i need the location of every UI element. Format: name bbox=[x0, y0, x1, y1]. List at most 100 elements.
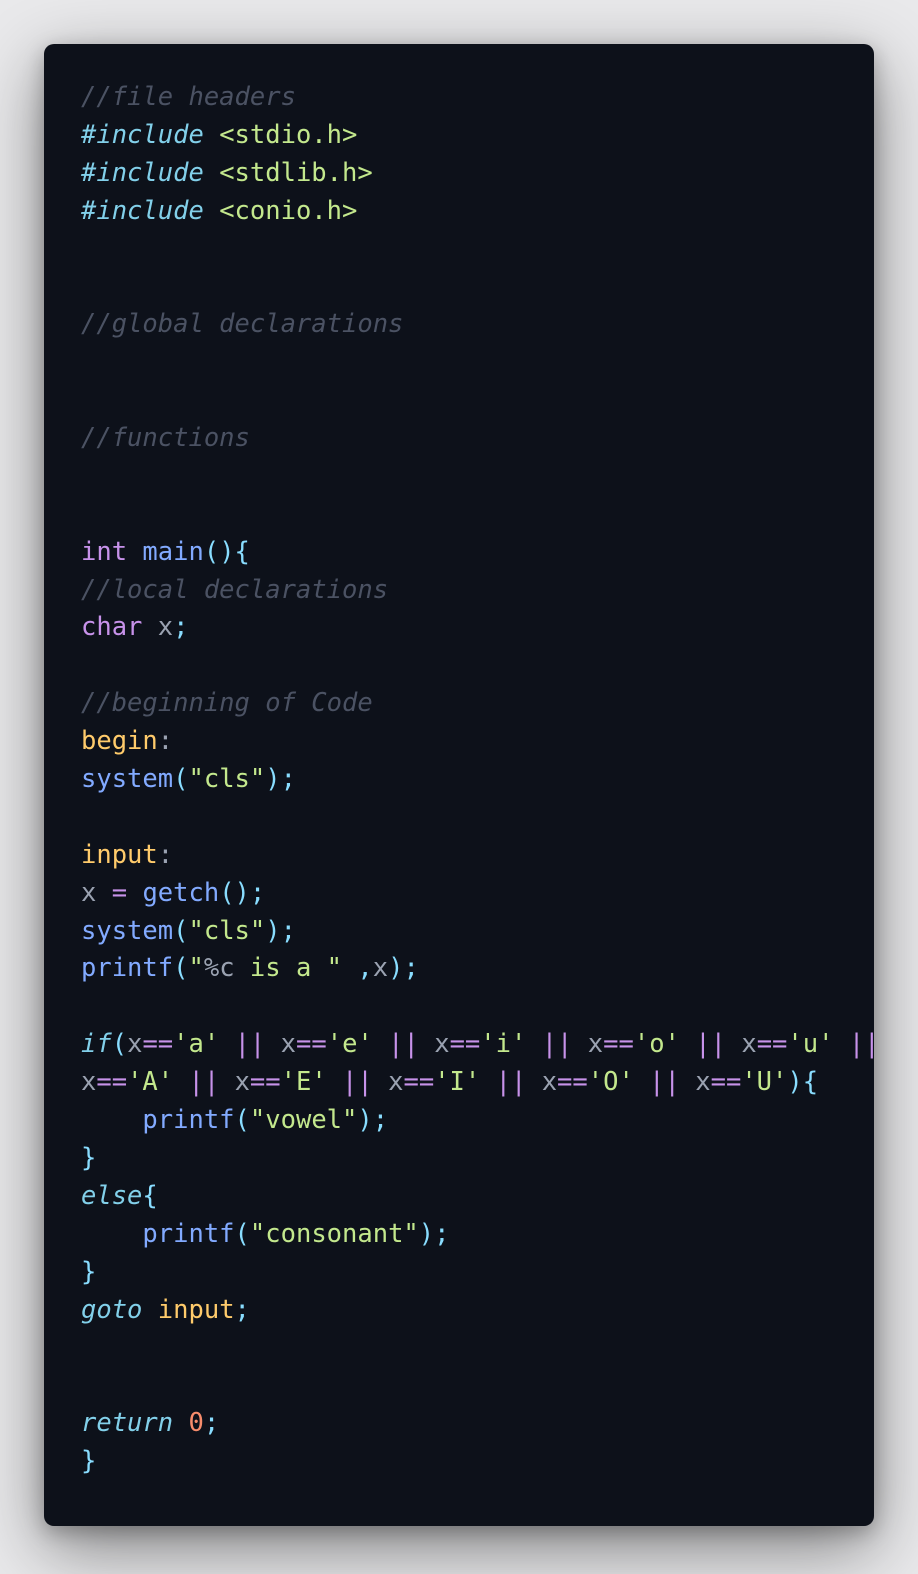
code-line: //global declarations bbox=[81, 306, 874, 344]
code-token: ( bbox=[111, 1029, 128, 1060]
code-token: begin bbox=[81, 726, 158, 757]
code-line: x=='A' || x=='E' || x=='I' || x=='O' || … bbox=[81, 1064, 874, 1102]
code-token: printf bbox=[81, 953, 174, 984]
code-token: char bbox=[81, 612, 143, 643]
code-token: ); bbox=[388, 953, 419, 984]
code-token: == bbox=[296, 1029, 327, 1060]
code-line: else{ bbox=[81, 1178, 874, 1216]
code-token: 'O' bbox=[587, 1067, 634, 1098]
code-token: <conio.h> bbox=[219, 195, 358, 226]
code-line: system("cls"); bbox=[81, 913, 874, 951]
code-token: == bbox=[403, 1067, 435, 1098]
code-line: #include <stdio.h> bbox=[81, 117, 874, 155]
code-line: begin: bbox=[81, 723, 874, 761]
code-token: "cls" bbox=[188, 764, 266, 795]
code-token: 'o' bbox=[633, 1029, 680, 1060]
code-token: ( bbox=[173, 953, 189, 984]
code-token: ); bbox=[357, 1105, 389, 1136]
code-line: //local declarations bbox=[81, 572, 874, 610]
code-token: , bbox=[342, 953, 373, 984]
code-token: #include bbox=[81, 119, 204, 150]
code-token: } bbox=[81, 1446, 97, 1477]
code-token: printf bbox=[142, 1218, 235, 1249]
code-token: ){ bbox=[787, 1067, 819, 1098]
code-token: == bbox=[603, 1029, 634, 1060]
code-token: ; bbox=[173, 612, 189, 643]
code-token: #include bbox=[81, 157, 204, 188]
code-token: x bbox=[234, 1067, 250, 1098]
code-token: ( bbox=[234, 1218, 250, 1249]
code-line: //functions bbox=[81, 420, 874, 458]
code-token: x bbox=[280, 1029, 296, 1060]
code-token: 'u' bbox=[787, 1029, 834, 1060]
code-token: x bbox=[741, 1029, 757, 1060]
code-token: system bbox=[81, 915, 174, 946]
code-token: printf bbox=[142, 1105, 235, 1136]
code-line: system("cls"); bbox=[81, 761, 874, 799]
code-token: == bbox=[710, 1067, 742, 1098]
code-token: || bbox=[848, 1029, 874, 1060]
code-window: //file headers #include <stdio.h> #include… bbox=[44, 44, 874, 1526]
code-token: || bbox=[173, 1067, 235, 1098]
code-line: } bbox=[81, 1140, 874, 1178]
code-token: ( bbox=[234, 1105, 250, 1136]
code-token: ); bbox=[265, 915, 296, 946]
code-token: #include bbox=[81, 195, 204, 226]
code-token: goto bbox=[81, 1294, 143, 1325]
code-token: 'U' bbox=[741, 1067, 788, 1098]
code-token: = bbox=[111, 877, 128, 908]
code-block: //file headers #include <stdio.h> #include… bbox=[81, 79, 874, 1481]
code-token: || bbox=[679, 1029, 742, 1060]
code-token: x bbox=[388, 1067, 404, 1098]
code-token: 'i' bbox=[480, 1029, 527, 1060]
code-line: printf("consonant"); bbox=[81, 1216, 874, 1254]
code-token: x bbox=[157, 612, 174, 643]
code-token: "cls" bbox=[188, 915, 266, 946]
code-token: ( bbox=[173, 764, 189, 795]
code-token: ); bbox=[265, 764, 296, 795]
code-token: (); bbox=[219, 877, 266, 908]
code-token: int bbox=[81, 536, 128, 567]
code-line: return 0; bbox=[81, 1405, 874, 1443]
code-token: //beginning of Code bbox=[81, 688, 373, 719]
code-token: x bbox=[695, 1067, 711, 1098]
code-token: || bbox=[372, 1029, 435, 1060]
code-token: return bbox=[81, 1408, 174, 1439]
code-token: == bbox=[449, 1029, 481, 1060]
code-token: main bbox=[142, 536, 204, 567]
code-token: 'E' bbox=[280, 1067, 327, 1098]
code-line: x = getch(); bbox=[81, 875, 874, 913]
code-token: if bbox=[81, 1029, 112, 1060]
code-line: goto input; bbox=[81, 1292, 874, 1330]
code-token: x bbox=[81, 1067, 97, 1098]
code-token: ; bbox=[234, 1294, 250, 1325]
code-token: == bbox=[142, 1029, 174, 1060]
code-token: //global declarations bbox=[81, 309, 404, 340]
code-line: if(x=='a' || x=='e' || x=='i' || x=='o' … bbox=[81, 1026, 874, 1064]
code-line: char x; bbox=[81, 609, 874, 647]
code-token: ; bbox=[203, 1408, 220, 1439]
code-line: #include <conio.h> bbox=[81, 193, 874, 231]
code-token: == bbox=[249, 1067, 281, 1098]
code-token: %c bbox=[203, 953, 235, 984]
code-token: x bbox=[127, 1029, 143, 1060]
code-token: x bbox=[541, 1067, 558, 1098]
code-token: x bbox=[434, 1029, 450, 1060]
code-token: 'e' bbox=[326, 1029, 373, 1060]
code-token: input bbox=[81, 839, 158, 870]
code-token: //functions bbox=[81, 423, 250, 454]
